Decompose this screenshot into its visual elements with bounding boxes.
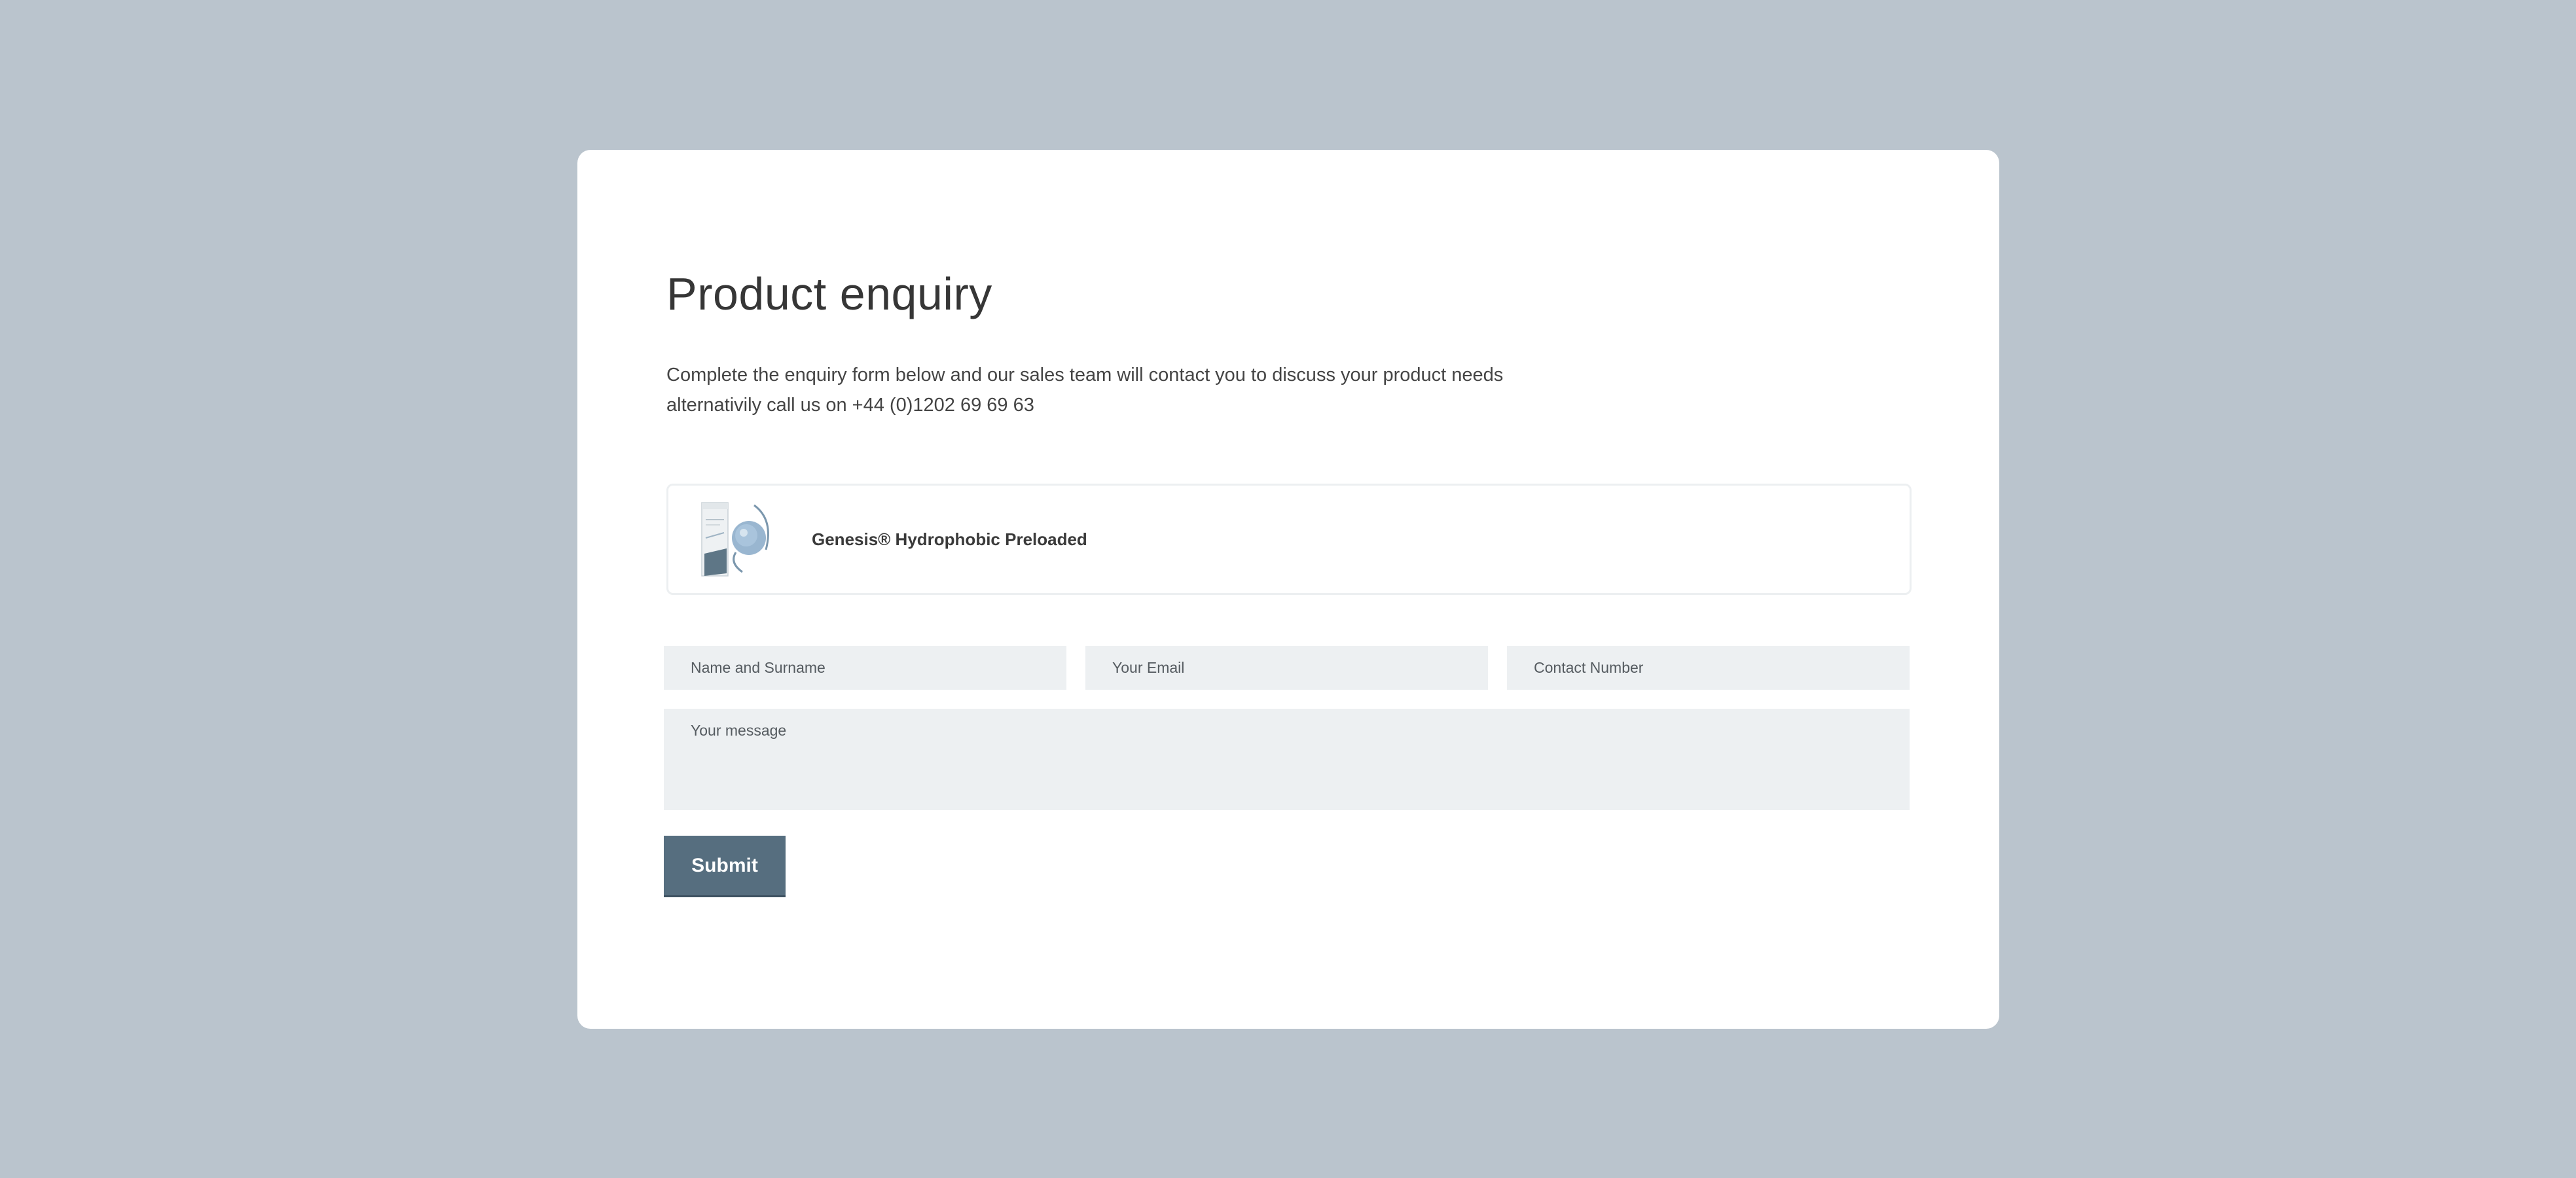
contact-number-placeholder: Contact Number [1534, 659, 1644, 676]
intro-line-1: Complete the enquiry form below and our … [666, 365, 1504, 385]
enquiry-modal: Product enquiry Complete the enquiry for… [577, 150, 1999, 1029]
name-input[interactable]: Name and Surname [664, 646, 1066, 690]
email-input[interactable]: Your Email [1085, 646, 1488, 690]
intro-text: Complete the enquiry form below and our … [666, 360, 1583, 420]
message-placeholder: Your message [691, 722, 787, 739]
page-title: Product enquiry [666, 268, 992, 319]
contact-number-input[interactable]: Contact Number [1507, 646, 1910, 690]
product-image [701, 502, 769, 577]
product-name: Genesis® Hydrophobic Preloaded [812, 529, 1087, 549]
name-placeholder: Name and Surname [691, 659, 825, 676]
submit-button[interactable]: Submit [664, 836, 786, 897]
email-placeholder: Your Email [1112, 659, 1185, 676]
product-card: Genesis® Hydrophobic Preloaded [666, 484, 1912, 595]
message-textarea[interactable]: Your message [664, 709, 1910, 810]
intro-line-2: alternativily call us on +44 (0)1202 69 … [666, 395, 1034, 416]
